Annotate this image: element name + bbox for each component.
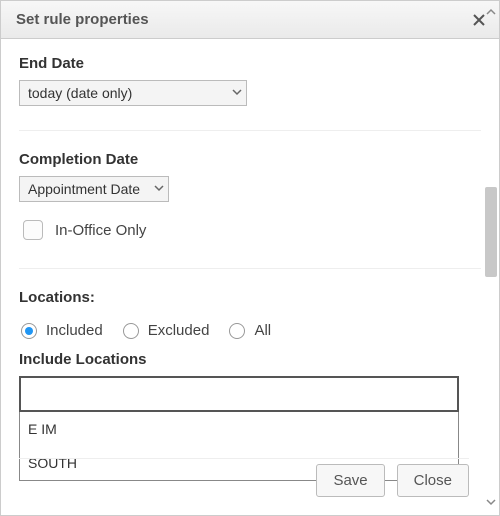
divider: [19, 130, 481, 131]
divider: [19, 268, 481, 269]
save-button[interactable]: Save: [316, 464, 384, 497]
end-date-value: today (date only): [28, 85, 132, 101]
radio-excluded[interactable]: Excluded: [123, 322, 210, 339]
scroll-down-icon[interactable]: [485, 497, 497, 509]
chevron-down-icon: [232, 87, 242, 100]
close-button[interactable]: Close: [397, 464, 469, 497]
in-office-checkbox[interactable]: [23, 220, 43, 240]
dialog-title: Set rule properties: [16, 11, 149, 28]
in-office-label: In-Office Only: [55, 222, 146, 239]
rule-properties-dialog: Set rule properties End Date today (date…: [0, 0, 500, 516]
radio-all[interactable]: All: [229, 322, 271, 339]
scroll-up-icon[interactable]: [485, 7, 497, 19]
completion-date-label: Completion Date: [19, 151, 481, 168]
dialog-buttons: Save Close: [316, 464, 469, 497]
end-date-label: End Date: [19, 55, 481, 72]
dialog-titlebar: Set rule properties: [1, 1, 499, 39]
radio-all-label: All: [254, 322, 271, 339]
chevron-down-icon: [154, 183, 164, 196]
radio-excluded-label: Excluded: [148, 322, 210, 339]
radio-included[interactable]: Included: [21, 322, 103, 339]
scrollbar-thumb[interactable]: [485, 187, 497, 277]
radio-icon: [229, 323, 245, 339]
in-office-row: In-Office Only: [23, 220, 481, 240]
dialog-content: End Date today (date only) Completion Da…: [1, 39, 499, 515]
locations-mode-radios: Included Excluded All: [21, 322, 481, 339]
dropdown-item[interactable]: E IM: [20, 412, 458, 446]
divider: [19, 458, 469, 459]
scrollbar[interactable]: [485, 7, 497, 509]
completion-date-value: Appointment Date: [28, 181, 140, 197]
radio-included-label: Included: [46, 322, 103, 339]
include-locations-label: Include Locations: [19, 351, 481, 368]
radio-icon: [123, 323, 139, 339]
locations-label: Locations:: [19, 289, 481, 306]
include-locations-input[interactable]: [19, 376, 459, 412]
end-date-select[interactable]: today (date only): [19, 80, 247, 106]
radio-icon: [21, 323, 37, 339]
completion-date-select[interactable]: Appointment Date: [19, 176, 169, 202]
